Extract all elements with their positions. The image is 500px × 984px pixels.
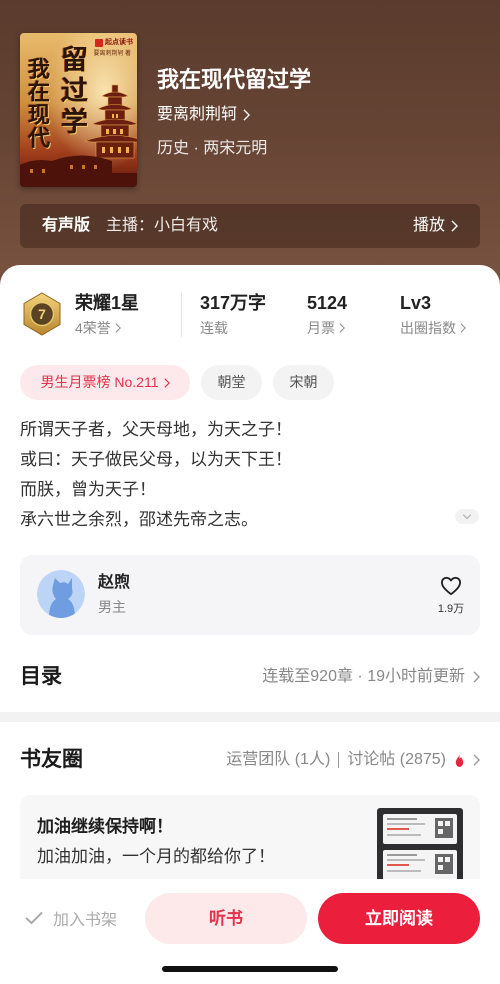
- chevron-right-icon: [243, 109, 251, 121]
- add-to-shelf-label: 加入书架: [53, 912, 118, 929]
- avatar-silhouette-icon: [37, 570, 85, 618]
- chevron-right-icon: [473, 754, 480, 766]
- honor-badge[interactable]: 7: [22, 292, 62, 336]
- divider: [338, 752, 340, 768]
- chevron-right-icon: [339, 323, 345, 333]
- post-image: [377, 808, 463, 888]
- audio-edition-bar[interactable]: 有声版 主播：小白有戏 播放: [20, 204, 480, 248]
- add-to-shelf-button[interactable]: 加入书架: [25, 907, 117, 929]
- flame-icon: [455, 753, 464, 767]
- character-avatar: [37, 570, 85, 618]
- genre-tag[interactable]: 宋朝: [273, 365, 334, 400]
- book-cover[interactable]: 起点读书 要离刺荆轲 著 我在现代 留过学: [20, 33, 137, 187]
- like-button[interactable]: [440, 576, 462, 596]
- influence-link[interactable]: 出圈指数: [400, 318, 466, 338]
- synopsis-line: 或曰：天子做民父母，以为天下王！: [20, 450, 292, 469]
- ranking-tag-label: 男生月票榜 No.211: [40, 374, 159, 390]
- cover-title-column: 留过学: [57, 45, 87, 138]
- monthly-ticket-value: 5124: [307, 293, 348, 313]
- character-role: 男主: [98, 599, 126, 615]
- stats-divider: [181, 293, 182, 337]
- home-indicator[interactable]: [162, 966, 338, 972]
- book-title: 我在现代留过学: [157, 67, 312, 92]
- qidian-logo-icon: [95, 38, 103, 47]
- cover-byline: 要离刺荆轲 著: [93, 51, 131, 57]
- chevron-right-icon: [473, 671, 480, 683]
- chevron-right-icon: [451, 220, 458, 232]
- post-thumbnail[interactable]: [377, 808, 463, 888]
- chevron-down-icon: [462, 513, 472, 519]
- author-name: 要离刺荆轲: [157, 106, 238, 123]
- synopsis-line: 而朕，曾为天子！: [20, 480, 156, 499]
- honor-count: 4荣誉: [75, 320, 111, 336]
- author-link[interactable]: 要离刺荆轲: [157, 104, 251, 126]
- catalog-status: 连载至920章 · 19小时前更新: [262, 668, 465, 685]
- section-divider: [0, 712, 500, 722]
- community-team: 运营团队 (1人): [226, 751, 331, 768]
- ranking-tag[interactable]: 男生月票榜 No.211: [20, 365, 190, 400]
- cover-brand-text: 起点读书: [105, 39, 133, 46]
- post-body: 加油加油，一个月的都给你了！: [37, 847, 275, 866]
- honor-level: 7: [38, 306, 46, 322]
- chevron-right-icon: [115, 323, 121, 333]
- audio-edition-label: 有声版: [42, 217, 91, 234]
- influence-value: Lv3: [400, 293, 432, 313]
- synopsis-line: 承六世之余烈，邵述先帝之志。: [20, 510, 258, 529]
- cover-brand: 起点读书: [95, 38, 133, 47]
- community-threads: 讨论帖 (2875): [347, 751, 446, 768]
- catalog-title: 目录: [20, 665, 62, 688]
- book-genre: 历史 · 两宋元明: [157, 140, 268, 157]
- character-name: 赵煦: [98, 574, 131, 591]
- influence-label: 出圈指数: [400, 320, 456, 336]
- word-count-label: 连载: [200, 318, 228, 338]
- character-card[interactable]: [20, 555, 480, 635]
- word-count-value: 317万字: [200, 293, 267, 313]
- community-link[interactable]: 运营团队 (1人) 讨论帖 (2875): [226, 749, 480, 771]
- catalog-link[interactable]: 连载至920章 · 19小时前更新: [262, 666, 480, 688]
- serial-status: 连载: [200, 320, 228, 336]
- monthly-ticket-link[interactable]: 月票: [307, 318, 345, 338]
- chevron-right-icon: [163, 377, 170, 388]
- post-title: 加油继续保持啊！: [37, 817, 173, 836]
- honor-title: 荣耀1星: [75, 293, 140, 313]
- read-now-button[interactable]: 立即阅读: [318, 893, 480, 944]
- like-count: 1.9万: [437, 603, 465, 615]
- cover-title-column: 我在现代: [25, 57, 50, 149]
- monthly-ticket-label: 月票: [307, 320, 335, 336]
- play-button[interactable]: 播放: [413, 204, 458, 248]
- synopsis-line: 所谓天子者，父天母地，为天之子！: [20, 420, 292, 439]
- genre-tag[interactable]: 朝堂: [201, 365, 262, 400]
- chevron-right-icon: [460, 323, 466, 333]
- listen-button[interactable]: 听书: [145, 893, 307, 944]
- expand-synopsis-button[interactable]: [455, 509, 479, 524]
- heart-outline-icon: [440, 576, 461, 596]
- honor-count-link[interactable]: 4荣誉: [75, 318, 121, 338]
- community-title: 书友圈: [20, 748, 83, 771]
- audio-narrator: 主播：小白有戏: [106, 217, 219, 234]
- synopsis[interactable]: 所谓天子者，父天母地，为天之子！ 或曰：天子做民父母，以为天下王！ 而朕，曾为天…: [20, 415, 450, 535]
- check-icon: [25, 911, 43, 925]
- play-label: 播放: [412, 217, 445, 234]
